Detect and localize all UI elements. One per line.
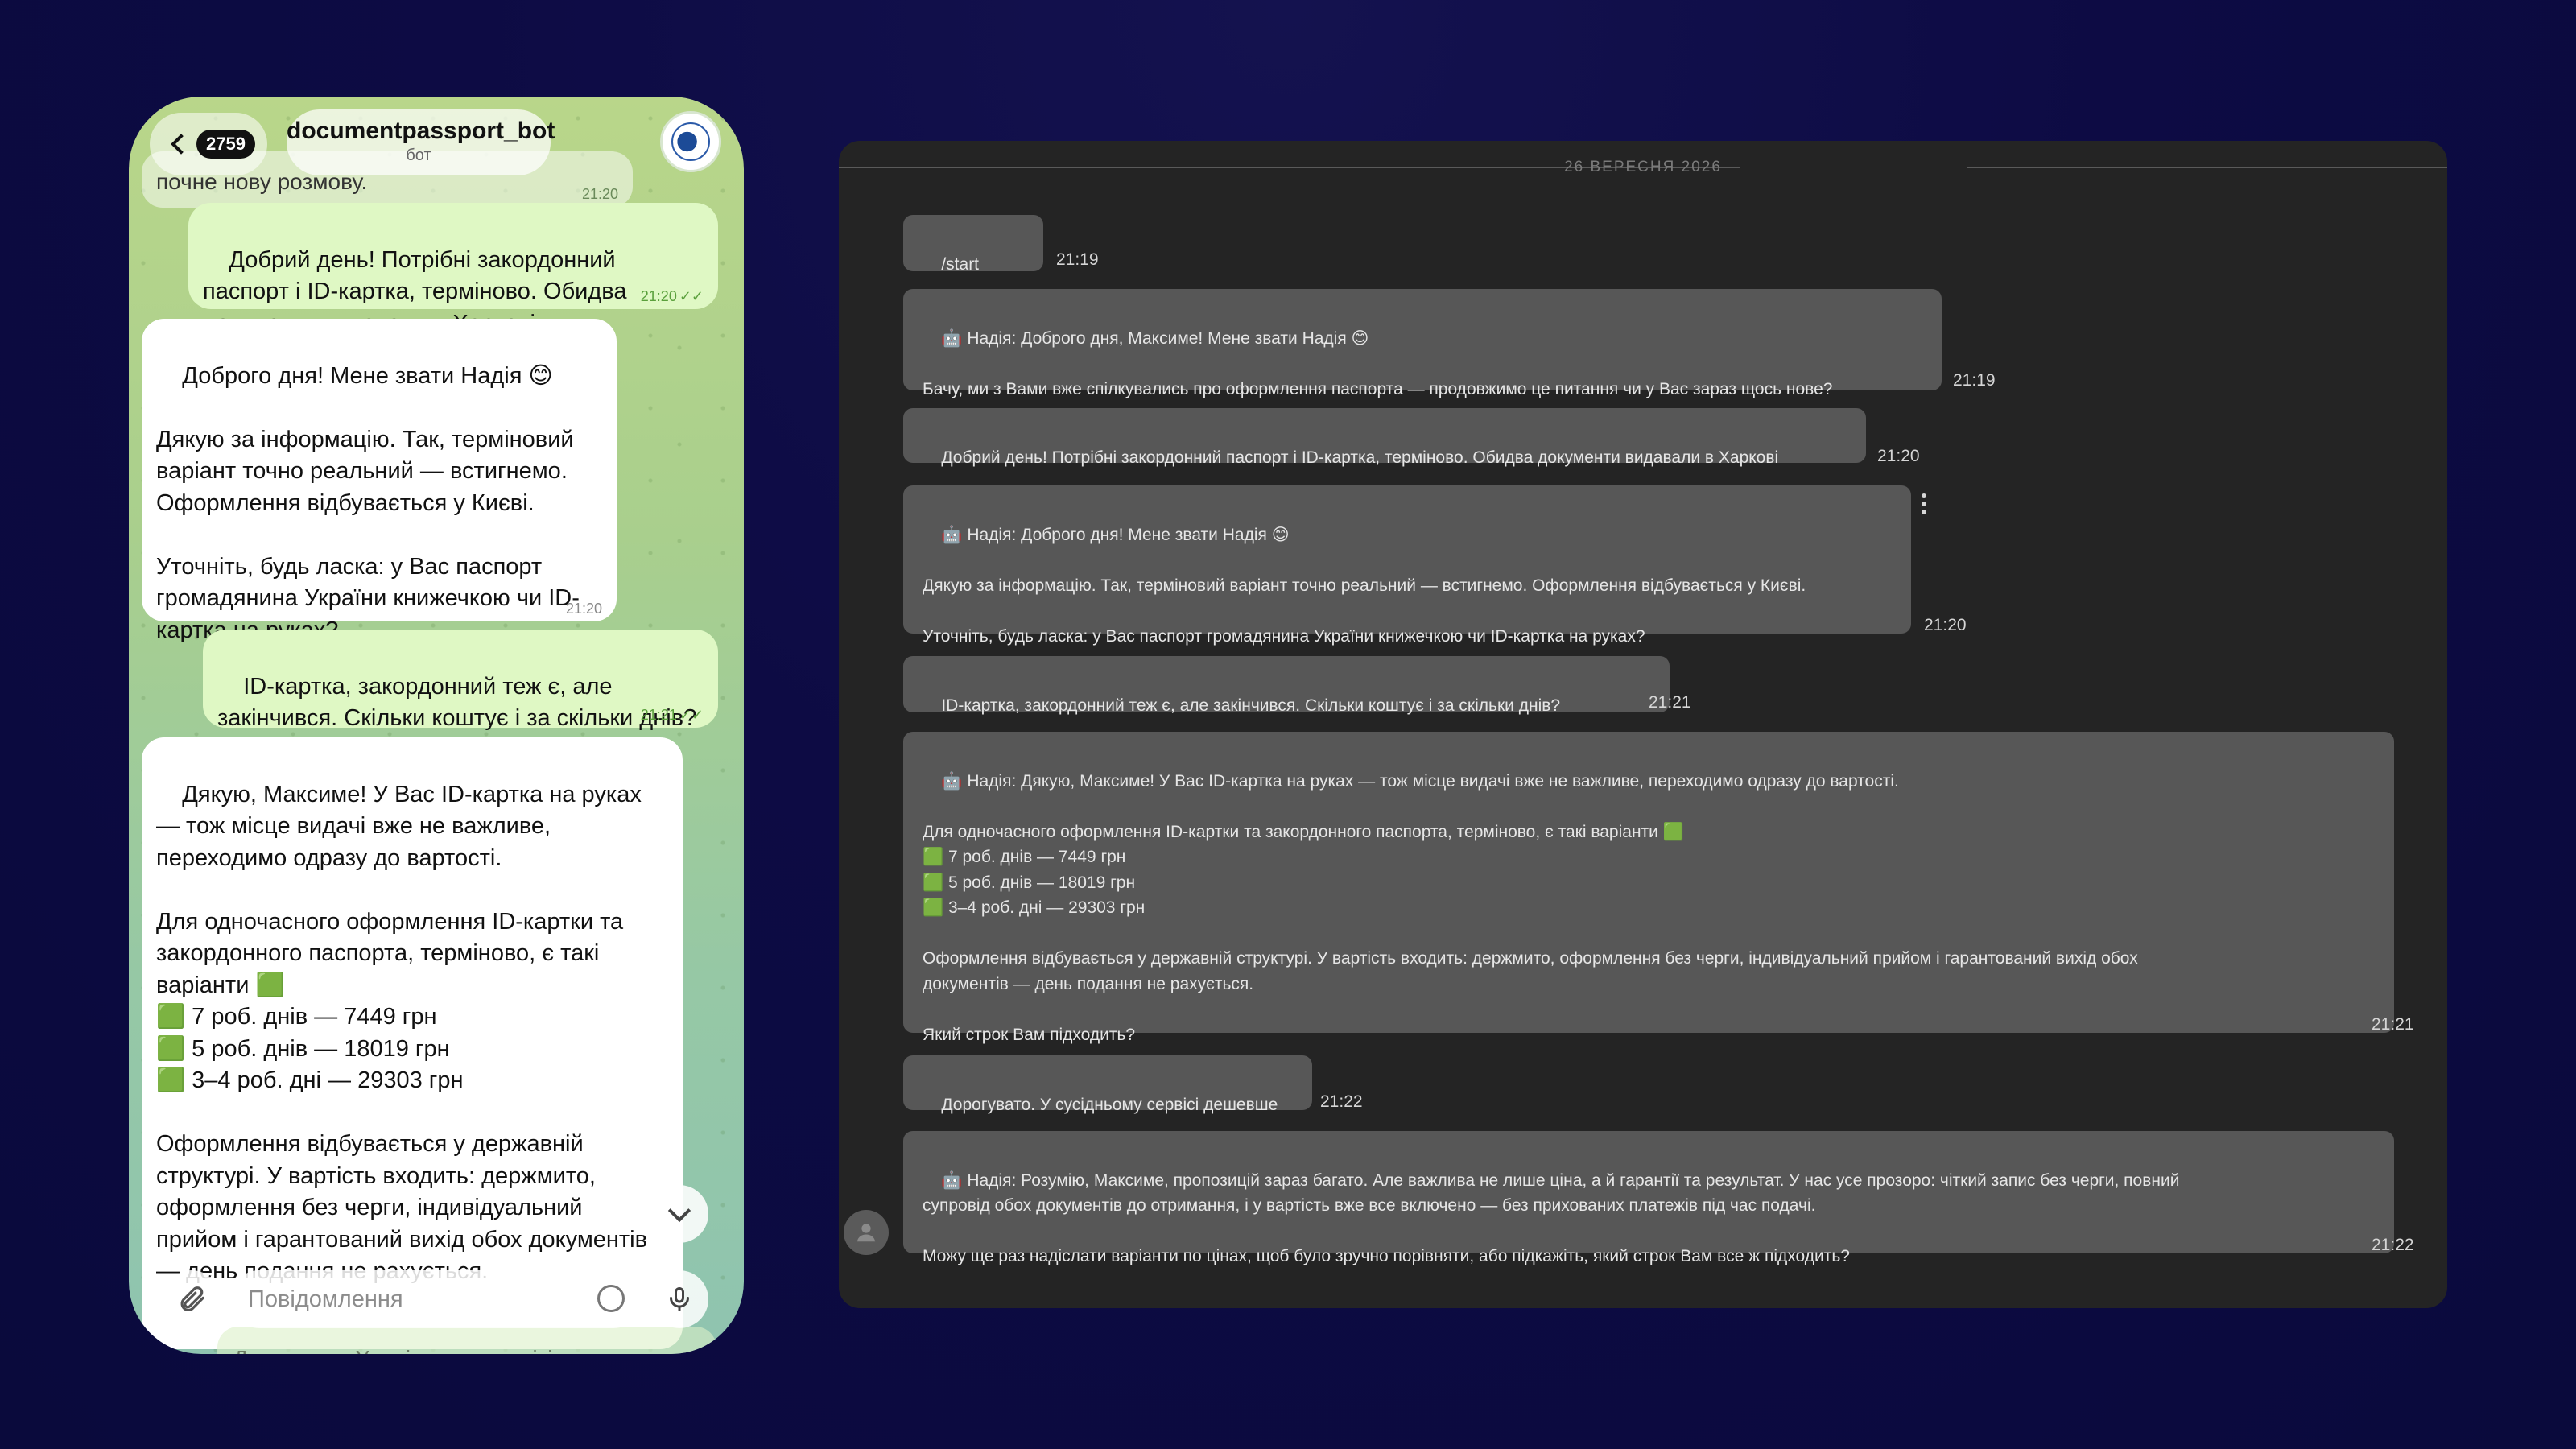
voice-record-button[interactable] <box>650 1270 708 1328</box>
message-time: 21:21 <box>2372 1015 2414 1034</box>
message-time: 21:20 <box>565 601 602 617</box>
message-bubble: ID-картка, закордонний теж є, але закінч… <box>903 656 1670 715</box>
chevron-left-icon <box>171 134 192 155</box>
message-time: 21:20 <box>1924 616 1967 634</box>
menu-dot-icon <box>1922 493 1926 498</box>
bot-subtitle: бот <box>406 147 431 164</box>
message-bubble: Дорогувато. У сусідньому сервісі дешевше <box>903 1055 1312 1114</box>
message-time: 21:21 ✓✓ <box>641 707 704 723</box>
message-bubble: 🤖 Надія: Доброго дня! Мене звати Надія 😊… <box>903 485 1911 646</box>
message-time: 21:22 <box>2372 1236 2414 1254</box>
message-bubble-outgoing: ID-картка, закордонний теж є, але закінч… <box>203 630 718 731</box>
message-text: 🤖 Надія: Доброго дня! Мене звати Надія 😊… <box>923 525 1806 646</box>
message-text: Доброго дня! Мене звати Надія 😊 Дякую за… <box>156 362 580 643</box>
message-bubble: 🤖 Надія: Доброго дня, Максиме! Мене зват… <box>903 289 1942 398</box>
bot-avatar[interactable] <box>660 111 721 172</box>
message-time-text: 21:20 <box>640 288 677 304</box>
message-bubble-outgoing: Добрий день! Потрібні закордонний паспор… <box>188 203 718 336</box>
message-time: 21:20 <box>1877 447 1920 465</box>
message-time: 21:19 <box>1056 250 1099 269</box>
message-time: 21:21 <box>1649 693 1691 712</box>
message-text: ID-картка, закордонний теж є, але закінч… <box>941 696 1561 715</box>
date-label: 26 ВЕРЕСНЯ 2026 <box>1564 159 1722 175</box>
message-bubble: Добрий день! Потрібні закордонний паспор… <box>903 408 1866 467</box>
user-icon <box>857 1224 876 1242</box>
composer-bar: Повідомлення <box>129 1248 744 1354</box>
message-bubble: 🤖 Надія: Розумію, Максиме, пропозицій за… <box>903 1131 2394 1265</box>
unread-count-badge: 2759 <box>196 130 255 159</box>
chat-title[interactable]: documentpassport_bot бот <box>287 109 555 175</box>
back-button[interactable]: 2759 <box>150 113 267 175</box>
paperclip-icon <box>180 1286 204 1312</box>
attach-button[interactable] <box>163 1270 221 1328</box>
chat-header: 2759 documentpassport_bot бот <box>129 97 744 217</box>
message-time-text: 21:21 <box>640 707 677 723</box>
message-bubble: 🤖 Надія: Дякую, Максиме! У Вас ID-картка… <box>903 732 2394 1044</box>
message-text: /start <box>941 254 980 274</box>
menu-dot-icon <box>1922 510 1926 514</box>
message-text: 🤖 Надія: Розумію, Максиме, пропозицій за… <box>923 1170 2180 1266</box>
message-input-placeholder: Повідомлення <box>248 1286 403 1312</box>
read-ticks-icon: ✓✓ <box>679 288 704 304</box>
message-text: Дякую, Максиме! У Вас ID-картка на руках… <box>156 781 648 1285</box>
message-menu-button[interactable] <box>1922 493 1926 518</box>
message-text: 🤖 Надія: Дякую, Максиме! У Вас ID-картка… <box>923 771 2138 1044</box>
message-time: 21:20 ✓✓ <box>641 288 704 304</box>
message-bubble-incoming: Доброго дня! Мене звати Надія 😊 Дякую за… <box>142 319 617 643</box>
bot-logo-icon <box>671 122 710 161</box>
sticker-icon[interactable] <box>597 1285 625 1312</box>
scroll-down-button[interactable] <box>650 1185 708 1243</box>
message-text: Дорогувато. У сусідньому сервісі дешевше <box>941 1095 1278 1114</box>
chevron-down-icon <box>667 1199 691 1223</box>
message-text: 🤖 Надія: Доброго дня, Максиме! Мене зват… <box>923 328 1833 398</box>
user-avatar[interactable] <box>844 1210 889 1255</box>
bot-name: documentpassport_bot <box>287 118 555 144</box>
desktop-chat-log: 26 ВЕРЕСНЯ 2026 /start 21:19 🤖 Надія: До… <box>839 141 2447 1308</box>
read-ticks-icon: ✓✓ <box>679 707 704 723</box>
message-bubble: /start <box>903 215 1043 274</box>
telegram-phone-screen: почне нову розмову. 21:20 2759 documentp… <box>129 97 744 1354</box>
date-separator: 26 ВЕРЕСНЯ 2026 <box>839 157 2447 176</box>
microphone-icon <box>670 1287 689 1311</box>
message-text: Добрий день! Потрібні закордонний паспор… <box>941 448 1779 467</box>
message-time: 21:19 <box>1953 371 1996 390</box>
menu-dot-icon <box>1922 502 1926 506</box>
message-input[interactable]: Повідомлення <box>230 1270 642 1328</box>
message-time: 21:22 <box>1320 1092 1363 1111</box>
message-text: ID-картка, закордонний теж є, але закінч… <box>217 673 697 732</box>
